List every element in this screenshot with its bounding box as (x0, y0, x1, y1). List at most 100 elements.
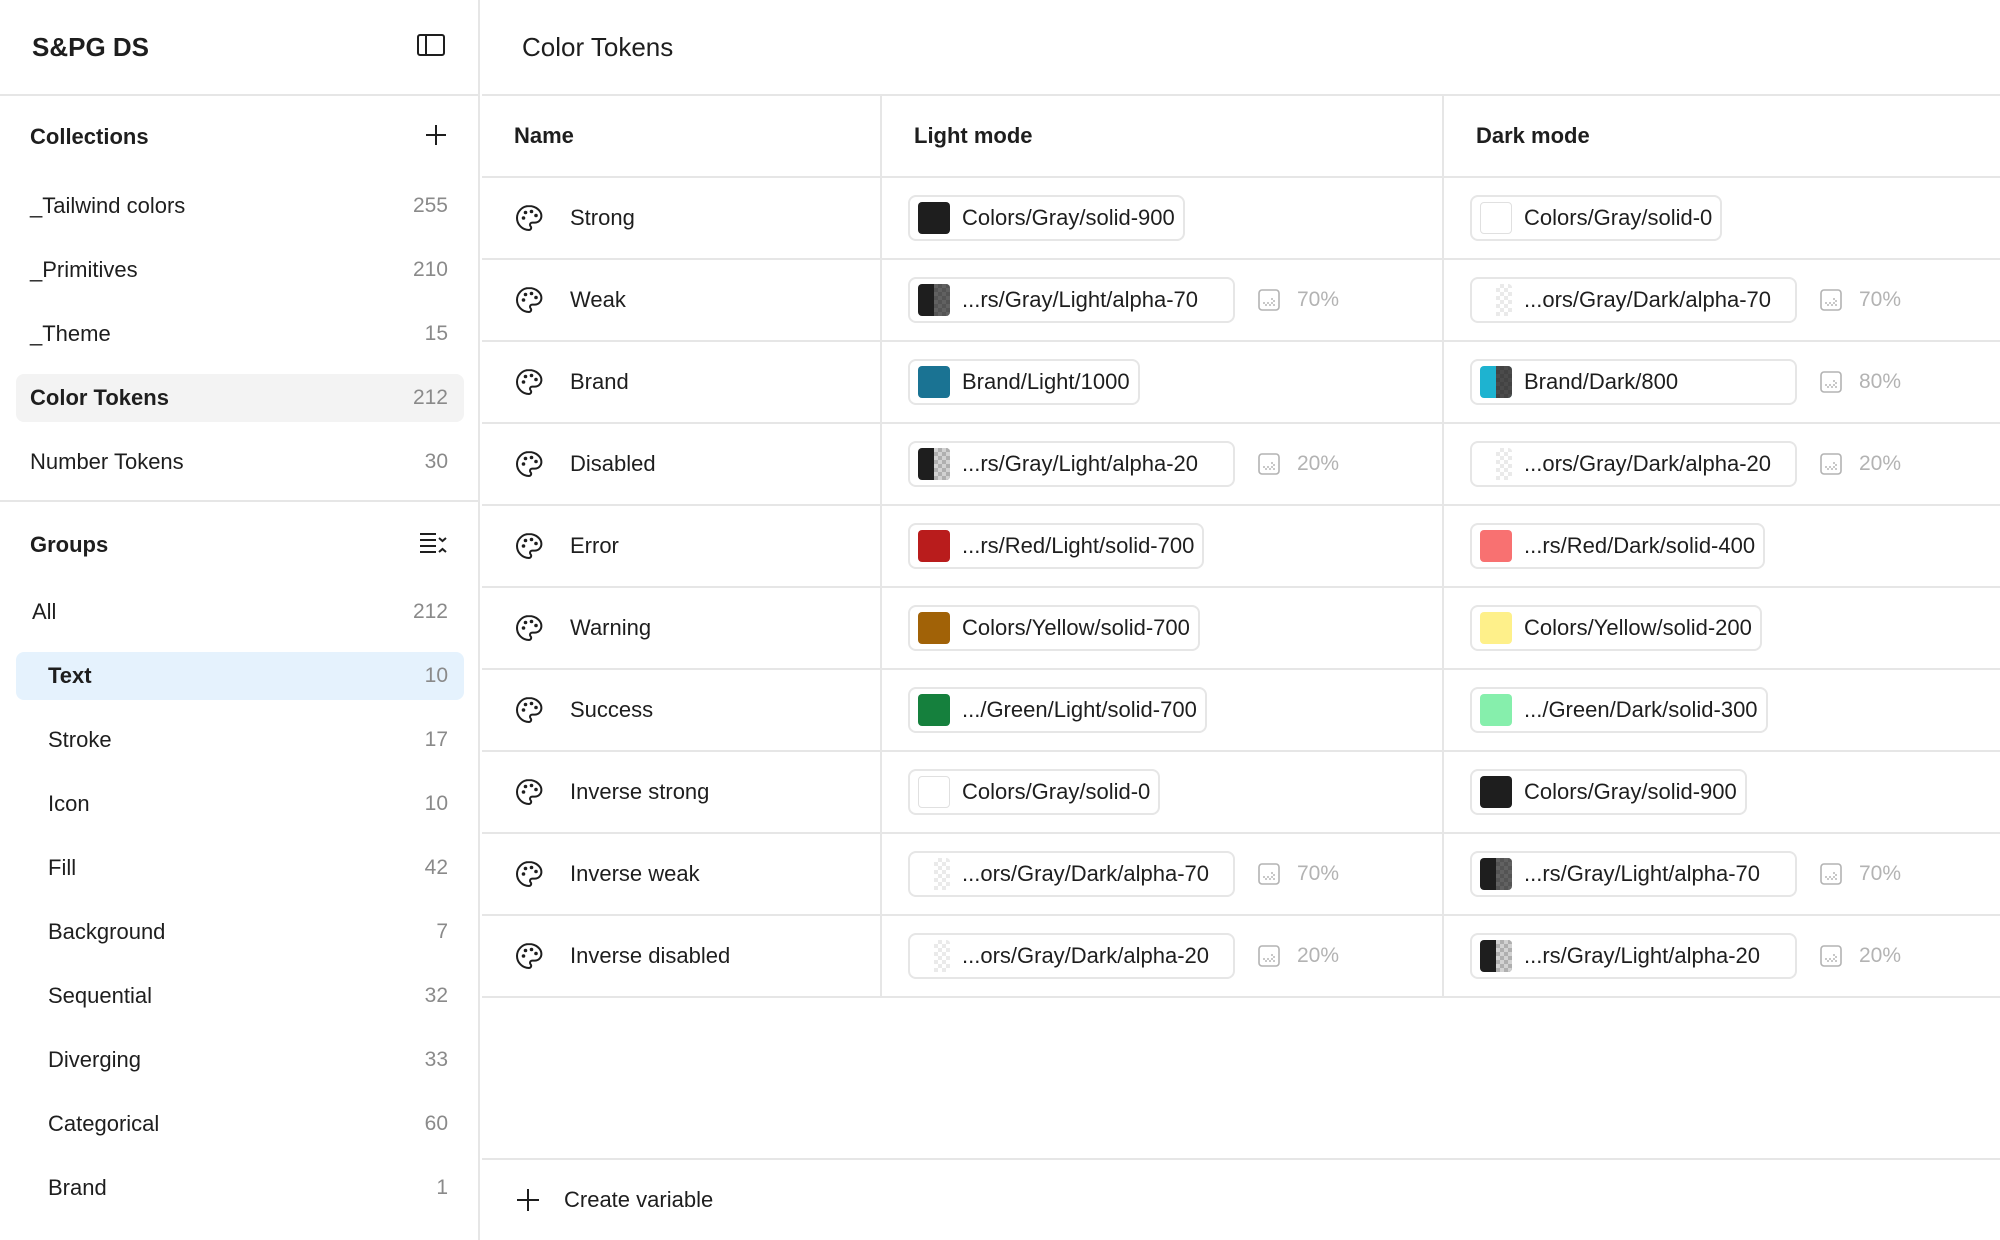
color-value-pill[interactable]: ...rs/Gray/Light/alpha-70 (908, 277, 1235, 323)
color-value-pill[interactable]: Colors/Yellow/solid-700 (908, 605, 1200, 651)
group-item-sequential[interactable]: Sequential 32 (16, 972, 464, 1020)
color-token-label: .../Green/Dark/solid-300 (1524, 697, 1758, 722)
opacity-icon (1257, 862, 1281, 886)
group-label: Fill (48, 855, 77, 880)
collection-label: Number Tokens (30, 449, 184, 474)
column-header-light-mode[interactable]: Light mode (882, 96, 1444, 176)
table-row[interactable]: Strong Colors/Gray/solid-900 Colors/Gray/s… (482, 178, 2000, 260)
add-collection-icon[interactable] (424, 123, 448, 152)
color-value-pill[interactable]: Colors/Yellow/solid-200 (1470, 605, 1762, 651)
color-swatch (918, 694, 950, 726)
color-value-pill[interactable]: ...rs/Gray/Light/alpha-20 (908, 441, 1235, 487)
alpha-value[interactable]: 70% (1819, 862, 1901, 886)
alpha-value[interactable]: 70% (1257, 288, 1339, 312)
group-item-background[interactable]: Background 7 (16, 908, 464, 956)
create-variable-button[interactable]: Create variable (482, 1158, 2000, 1240)
color-value-pill[interactable]: ...rs/Red/Dark/solid-400 (1470, 523, 1766, 569)
collection-label: Color Tokens (30, 385, 169, 410)
table-row[interactable]: Warning Colors/Yellow/solid-700 Colors/Yel… (482, 588, 2000, 670)
alpha-checker (934, 284, 950, 316)
variable-name-cell: Error (482, 506, 882, 586)
dark-mode-cell: ...ors/Gray/Dark/alpha-20 20% (1444, 424, 2000, 504)
table-row[interactable]: Disabled ...rs/Gray/Light/alpha-20 20% ...o… (482, 424, 2000, 506)
color-token-label: ...ors/Gray/Dark/alpha-70 (962, 861, 1209, 886)
light-mode-cell: Brand/Light/1000 (882, 342, 1444, 422)
collection-label: _Primitives (30, 257, 138, 282)
alpha-percent: 20% (1297, 452, 1340, 475)
collapse-groups-icon[interactable] (418, 530, 448, 561)
collection-item-tailwind-colors[interactable]: _Tailwind colors 255 (16, 182, 464, 230)
variable-name: Success (570, 697, 654, 722)
group-label: Categorical (48, 1111, 160, 1136)
color-value-pill[interactable]: ...rs/Gray/Light/alpha-20 (1470, 933, 1797, 979)
group-count: 10 (424, 792, 448, 815)
color-value-pill[interactable]: ...ors/Gray/Dark/alpha-20 (1470, 441, 1797, 487)
color-value-pill[interactable]: ...ors/Gray/Dark/alpha-20 (908, 933, 1235, 979)
column-header-name[interactable]: Name (482, 96, 882, 176)
group-count: 60 (424, 1112, 448, 1135)
table-row[interactable]: Inverse weak ...ors/Gray/Dark/alpha-70 70%… (482, 834, 2000, 916)
group-item-brand[interactable]: Brand 1 (16, 1164, 464, 1212)
group-item-text[interactable]: Text 10 (16, 652, 464, 700)
color-token-label: ...rs/Gray/Light/alpha-20 (962, 451, 1199, 476)
table-row[interactable]: Inverse strong Colors/Gray/solid-0 Colors/… (482, 752, 2000, 834)
collection-count: 212 (412, 386, 448, 409)
alpha-value[interactable]: 20% (1257, 944, 1339, 968)
sidebar-toggle-icon[interactable] (416, 33, 446, 62)
group-label: Diverging (48, 1047, 141, 1072)
group-item-diverging[interactable]: Diverging 33 (16, 1036, 464, 1084)
group-item-stroke[interactable]: Stroke 17 (16, 716, 464, 764)
variable-name-cell: Success (482, 670, 882, 750)
groups-title: Groups (30, 532, 109, 557)
alpha-value[interactable]: 70% (1819, 288, 1901, 312)
alpha-value[interactable]: 20% (1819, 452, 1901, 476)
alpha-value[interactable]: 70% (1257, 862, 1339, 886)
color-swatch (918, 940, 950, 972)
color-value-pill[interactable]: ...ors/Gray/Dark/alpha-70 (1470, 277, 1797, 323)
collections-list: _Tailwind colors 255 _Primitives 210 _Th… (0, 178, 478, 486)
color-token-label: .../Green/Light/solid-700 (962, 697, 1197, 722)
collection-item-theme[interactable]: _Theme 15 (16, 310, 464, 358)
opacity-icon (1819, 452, 1843, 476)
color-token-label: Brand/Light/1000 (962, 369, 1130, 394)
group-count: 32 (424, 984, 448, 1007)
color-value-pill[interactable]: Brand/Light/1000 (908, 359, 1140, 405)
alpha-value[interactable]: 20% (1257, 452, 1339, 476)
collection-item-number-tokens[interactable]: Number Tokens 30 (16, 438, 464, 486)
group-count: 33 (424, 1048, 448, 1071)
color-value-pill[interactable]: ...rs/Gray/Light/alpha-70 (1470, 851, 1797, 897)
group-item-categorical[interactable]: Categorical 60 (16, 1100, 464, 1148)
table-row[interactable]: Error ...rs/Red/Light/solid-700 ...rs/Red/… (482, 506, 2000, 588)
opacity-icon (1819, 944, 1843, 968)
light-mode-cell: Colors/Yellow/solid-700 (882, 588, 1444, 668)
table-row[interactable]: Weak ...rs/Gray/Light/alpha-70 70% ...ors/G… (482, 260, 2000, 342)
color-token-label: Colors/Gray/solid-0 (962, 779, 1151, 804)
color-value-pill[interactable]: ...rs/Red/Light/solid-700 (908, 523, 1205, 569)
alpha-value[interactable]: 80% (1819, 370, 1901, 394)
color-value-pill[interactable]: .../Green/Light/solid-700 (908, 687, 1207, 733)
color-swatch (918, 284, 950, 316)
column-header-dark-mode[interactable]: Dark mode (1444, 96, 2000, 176)
color-value-pill[interactable]: .../Green/Dark/solid-300 (1470, 687, 1768, 733)
color-value-pill[interactable]: ...ors/Gray/Dark/alpha-70 (908, 851, 1235, 897)
group-item-fill[interactable]: Fill 42 (16, 844, 464, 892)
collection-item-color-tokens[interactable]: Color Tokens 212 (16, 374, 464, 422)
table-row[interactable]: Inverse disabled ...ors/Gray/Dark/alpha-2… (482, 916, 2000, 998)
light-mode-cell: ...ors/Gray/Dark/alpha-20 20% (882, 916, 1444, 996)
color-swatch (918, 202, 950, 234)
table-row[interactable]: Success .../Green/Light/solid-700 .../Gree… (482, 670, 2000, 752)
group-item-icon[interactable]: Icon 10 (16, 780, 464, 828)
palette-icon (514, 203, 544, 233)
group-item-all[interactable]: All 212 (16, 588, 464, 636)
alpha-value[interactable]: 20% (1819, 944, 1901, 968)
table-row[interactable]: Brand Brand/Light/1000 Brand/Dark/800 80% (482, 342, 2000, 424)
color-swatch (1480, 448, 1512, 480)
collection-item-primitives[interactable]: _Primitives 210 (16, 246, 464, 294)
color-value-pill[interactable]: Brand/Dark/800 (1470, 359, 1797, 405)
color-value-pill[interactable]: Colors/Gray/solid-900 (1470, 769, 1747, 815)
color-value-pill[interactable]: Colors/Gray/solid-0 (908, 769, 1161, 815)
color-value-pill[interactable]: Colors/Gray/solid-900 (908, 195, 1185, 241)
alpha-checker (934, 448, 950, 480)
palette-icon (514, 941, 544, 971)
color-value-pill[interactable]: Colors/Gray/solid-0 (1470, 195, 1723, 241)
